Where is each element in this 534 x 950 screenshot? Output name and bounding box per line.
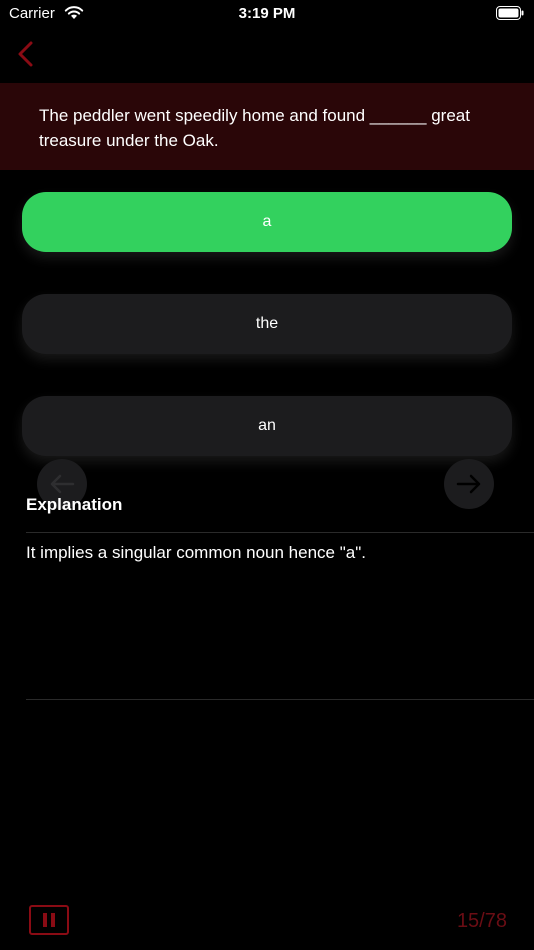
next-button[interactable] [444, 459, 494, 509]
divider [26, 699, 534, 700]
question-text: The peddler went speedily home and found… [39, 106, 470, 150]
explanation-text: It implies a singular common noun hence … [26, 543, 366, 562]
back-button[interactable] [14, 40, 38, 68]
divider [26, 532, 534, 533]
chevron-left-icon [18, 41, 33, 67]
arrow-left-icon [50, 474, 75, 494]
arrow-right-icon [456, 474, 481, 494]
explanation-heading: Explanation [26, 495, 123, 514]
answer-option-the[interactable]: the [22, 294, 512, 354]
pause-icon [43, 913, 55, 927]
answer-option-a[interactable]: a [22, 192, 512, 252]
question-progress: 15/78 [456, 910, 507, 932]
pause-button[interactable] [29, 905, 69, 935]
battery-icon [496, 6, 524, 25]
clock: 3:19 PM [238, 5, 296, 22]
status-bar: Carrier 3:19 PM [0, 0, 534, 28]
answer-option-an[interactable]: an [22, 396, 512, 456]
